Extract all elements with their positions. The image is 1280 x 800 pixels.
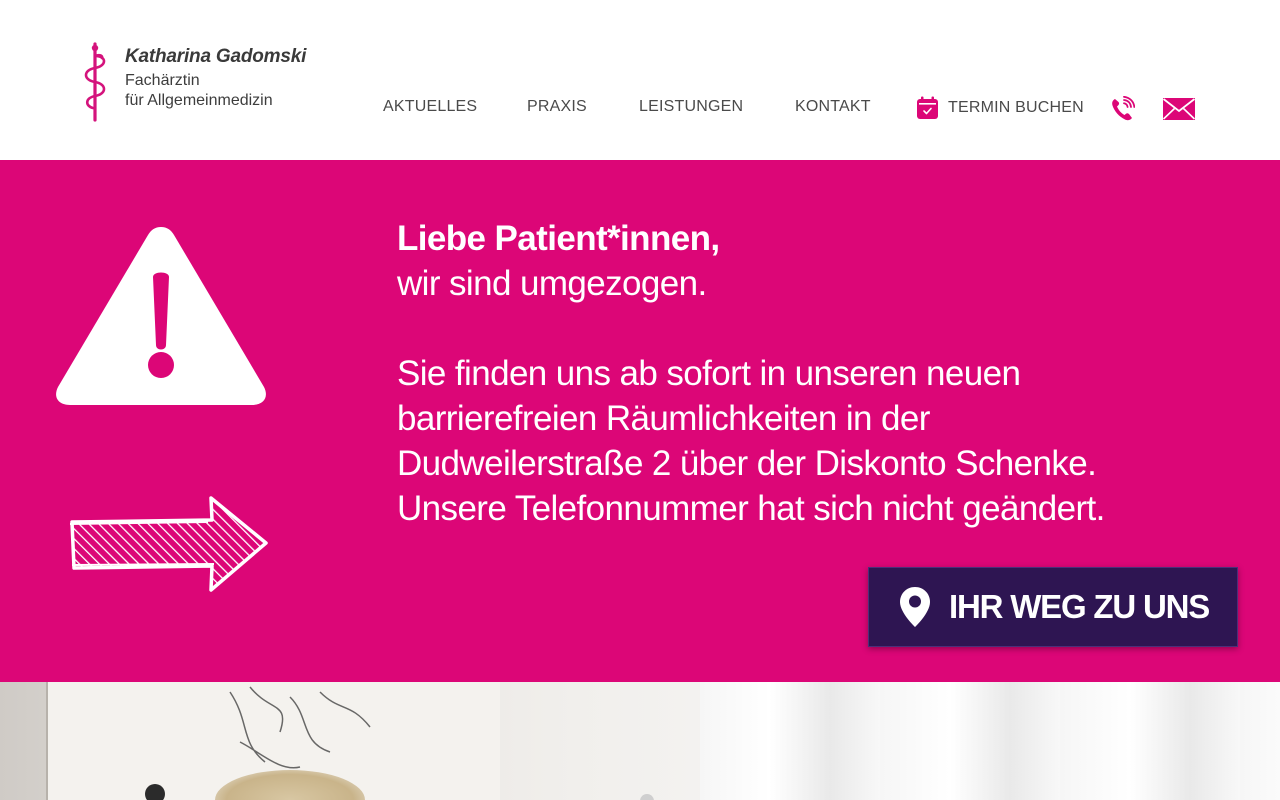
notice-body-line: Sie finden uns ab sofort in unseren neue…	[397, 354, 1021, 393]
photo-object	[640, 794, 654, 800]
mail-icon[interactable]	[1162, 97, 1196, 121]
practice-photo	[0, 682, 1280, 800]
logo-text: Katharina Gadomski Fachärztin für Allgem…	[125, 42, 306, 122]
photo-object	[145, 784, 165, 800]
photo-curtain	[700, 682, 1280, 800]
warning-triangle-icon	[56, 227, 266, 405]
logo-subtitle-line2: für Allgemeinmedizin	[125, 92, 273, 109]
termin-buchen-button[interactable]: TERMIN BUCHEN	[916, 96, 1084, 120]
logo[interactable]: Katharina Gadomski Fachärztin für Allgem…	[80, 42, 306, 122]
termin-buchen-label: TERMIN BUCHEN	[948, 99, 1084, 116]
notice-line: wir sind umgezogen.	[397, 264, 707, 303]
nav-item-aktuelles[interactable]: AKTUELLES	[383, 98, 477, 116]
moving-notice-text: Liebe Patient*innen, wir sind umgezogen.…	[397, 216, 1105, 531]
logo-name: Katharina Gadomski	[125, 46, 307, 67]
calendar-check-icon	[917, 96, 938, 119]
phone-icon[interactable]	[1110, 96, 1135, 122]
notice-greeting: Liebe Patient*innen,	[397, 219, 720, 258]
notice-body-line: barrierefreien Räumlichkeiten in der	[397, 399, 930, 438]
nav-item-praxis[interactable]: PRAXIS	[527, 98, 587, 116]
notice-spacer	[397, 306, 1105, 351]
logo-subtitle-line1: Fachärztin	[125, 72, 200, 89]
directions-button[interactable]: IHR WEG ZU UNS	[868, 567, 1238, 647]
directions-button-label: IHR WEG ZU UNS	[949, 588, 1210, 625]
notice-body-line: Unsere Telefonnummer hat sich nicht geän…	[397, 489, 1105, 528]
aesculapius-staff-icon	[84, 42, 106, 122]
hatched-arrow-right-icon	[69, 496, 268, 592]
notice-body-line: Dudweilerstraße 2 über der Diskonto Sche…	[397, 444, 1097, 483]
location-pin-icon	[900, 587, 930, 627]
site-header: Katharina Gadomski Fachärztin für Allgem…	[0, 0, 1280, 160]
moving-notice-banner: Liebe Patient*innen, wir sind umgezogen.…	[0, 160, 1280, 682]
nav-item-kontakt[interactable]: KONTAKT	[795, 98, 871, 116]
nav-item-leistungen[interactable]: LEISTUNGEN	[639, 98, 743, 116]
